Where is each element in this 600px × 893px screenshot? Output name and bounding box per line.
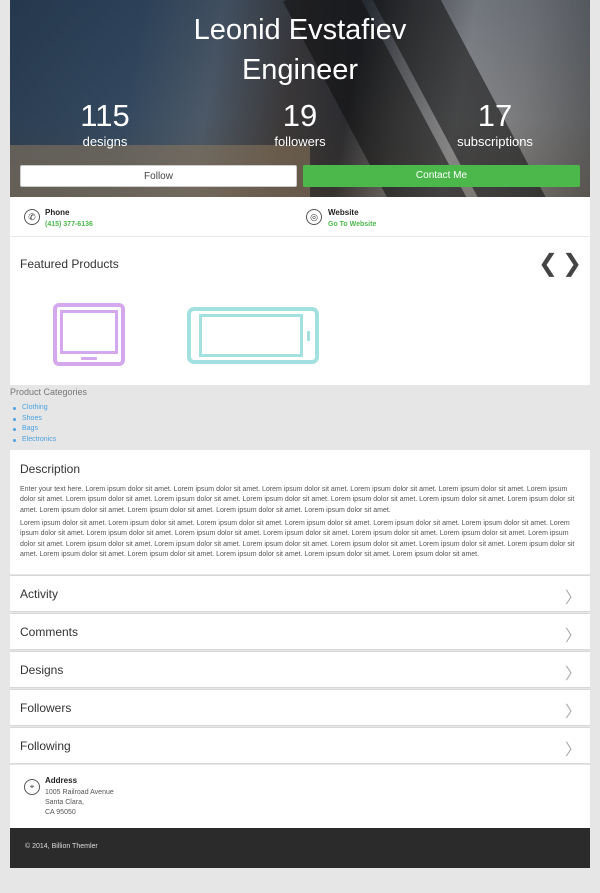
stat-subscriptions: 17 subscriptions <box>440 98 550 150</box>
profile-page: Leonid Evstafiev Engineer 115 designs 19… <box>10 0 590 893</box>
website-link[interactable]: Go To Website <box>328 221 376 228</box>
section-comments[interactable]: Comments 〉 <box>10 613 590 650</box>
profile-name: Leonid Evstafiev <box>193 14 407 46</box>
section-label: Following <box>20 739 71 753</box>
contact-me-button[interactable]: Contact Me <box>303 165 580 187</box>
phone-link[interactable]: (415) 377-6136 <box>45 221 93 228</box>
follow-button[interactable]: Follow <box>20 165 297 187</box>
tablet-screen <box>60 310 118 354</box>
product-categories-title: Product Categories <box>10 387 88 397</box>
category-link[interactable]: Electronics <box>12 435 56 446</box>
tablet-icon[interactable] <box>53 303 125 366</box>
section-label: Followers <box>20 701 72 715</box>
stat-label: subscriptions <box>457 134 533 149</box>
carousel-prev-button[interactable]: ❮ <box>538 252 558 276</box>
category-link[interactable]: Shoes <box>12 414 56 425</box>
featured-products-title: Featured Products <box>20 257 119 271</box>
stat-designs: 115 designs <box>55 98 155 150</box>
profile-role: Engineer <box>241 54 359 86</box>
section-activity[interactable]: Activity 〉 <box>10 575 590 612</box>
phone-title: Phone <box>45 208 70 217</box>
description-section: Description Enter your text here. Lorem … <box>10 450 590 574</box>
chevron-right-icon: 〉 <box>565 628 582 645</box>
section-label: Comments <box>20 625 79 639</box>
section-followers[interactable]: Followers 〉 <box>10 689 590 726</box>
chevron-right-icon: 〉 <box>565 666 582 683</box>
map-pin-icon: ⌖ <box>24 779 40 795</box>
chevron-right-icon: 〉 <box>565 742 582 759</box>
stat-label: followers <box>274 134 326 149</box>
featured-products: Featured Products ❮ ❯ <box>10 237 590 385</box>
globe-icon: ◎ <box>306 209 322 225</box>
section-following[interactable]: Following 〉 <box>10 727 590 764</box>
stat-value: 115 <box>80 98 130 133</box>
contact-info: ✆ Phone (415) 377-6136 ◎ Website Go To W… <box>10 197 590 237</box>
carousel-next-button[interactable]: ❯ <box>562 252 582 276</box>
chevron-right-icon: 〉 <box>565 704 582 721</box>
category-link[interactable]: Bags <box>12 424 56 435</box>
stat-label: designs <box>82 134 128 149</box>
address-line: CA 95050 <box>45 809 76 816</box>
chevron-right-icon: 〉 <box>565 590 582 607</box>
stat-followers: 19 followers <box>250 98 350 150</box>
section-designs[interactable]: Designs 〉 <box>10 651 590 688</box>
address-title: Address <box>45 776 78 785</box>
footer: © 2014, Billion Themler <box>10 828 590 868</box>
product-categories-list: Clothing Shoes Bags Electronics <box>12 403 56 445</box>
section-label: Activity <box>20 587 59 601</box>
phone-home-button <box>307 331 310 341</box>
phone-screen <box>199 314 303 357</box>
smartphone-icon[interactable] <box>187 307 319 364</box>
category-link[interactable]: Clothing <box>12 403 56 414</box>
description-title: Description <box>20 462 81 476</box>
description-paragraph: Lorem ipsum dolor sit amet. Lorem ipsum … <box>20 520 575 558</box>
section-label: Designs <box>20 663 64 677</box>
copyright-text: © 2014, Billion Themler <box>25 843 98 850</box>
address-line: Santa Clara, <box>45 799 84 806</box>
tablet-home-button <box>81 357 97 360</box>
address-section: ⌖ Address 1005 Railroad Avenue Santa Cla… <box>10 765 590 828</box>
description-paragraph: Enter your text here. Lorem ipsum dolor … <box>20 486 575 514</box>
profile-hero: Leonid Evstafiev Engineer 115 designs 19… <box>10 0 590 197</box>
phone-icon: ✆ <box>24 209 40 225</box>
stat-value: 17 <box>477 98 513 133</box>
address-line: 1005 Railroad Avenue <box>45 789 114 796</box>
stat-value: 19 <box>282 98 318 133</box>
website-title: Website <box>328 208 359 217</box>
